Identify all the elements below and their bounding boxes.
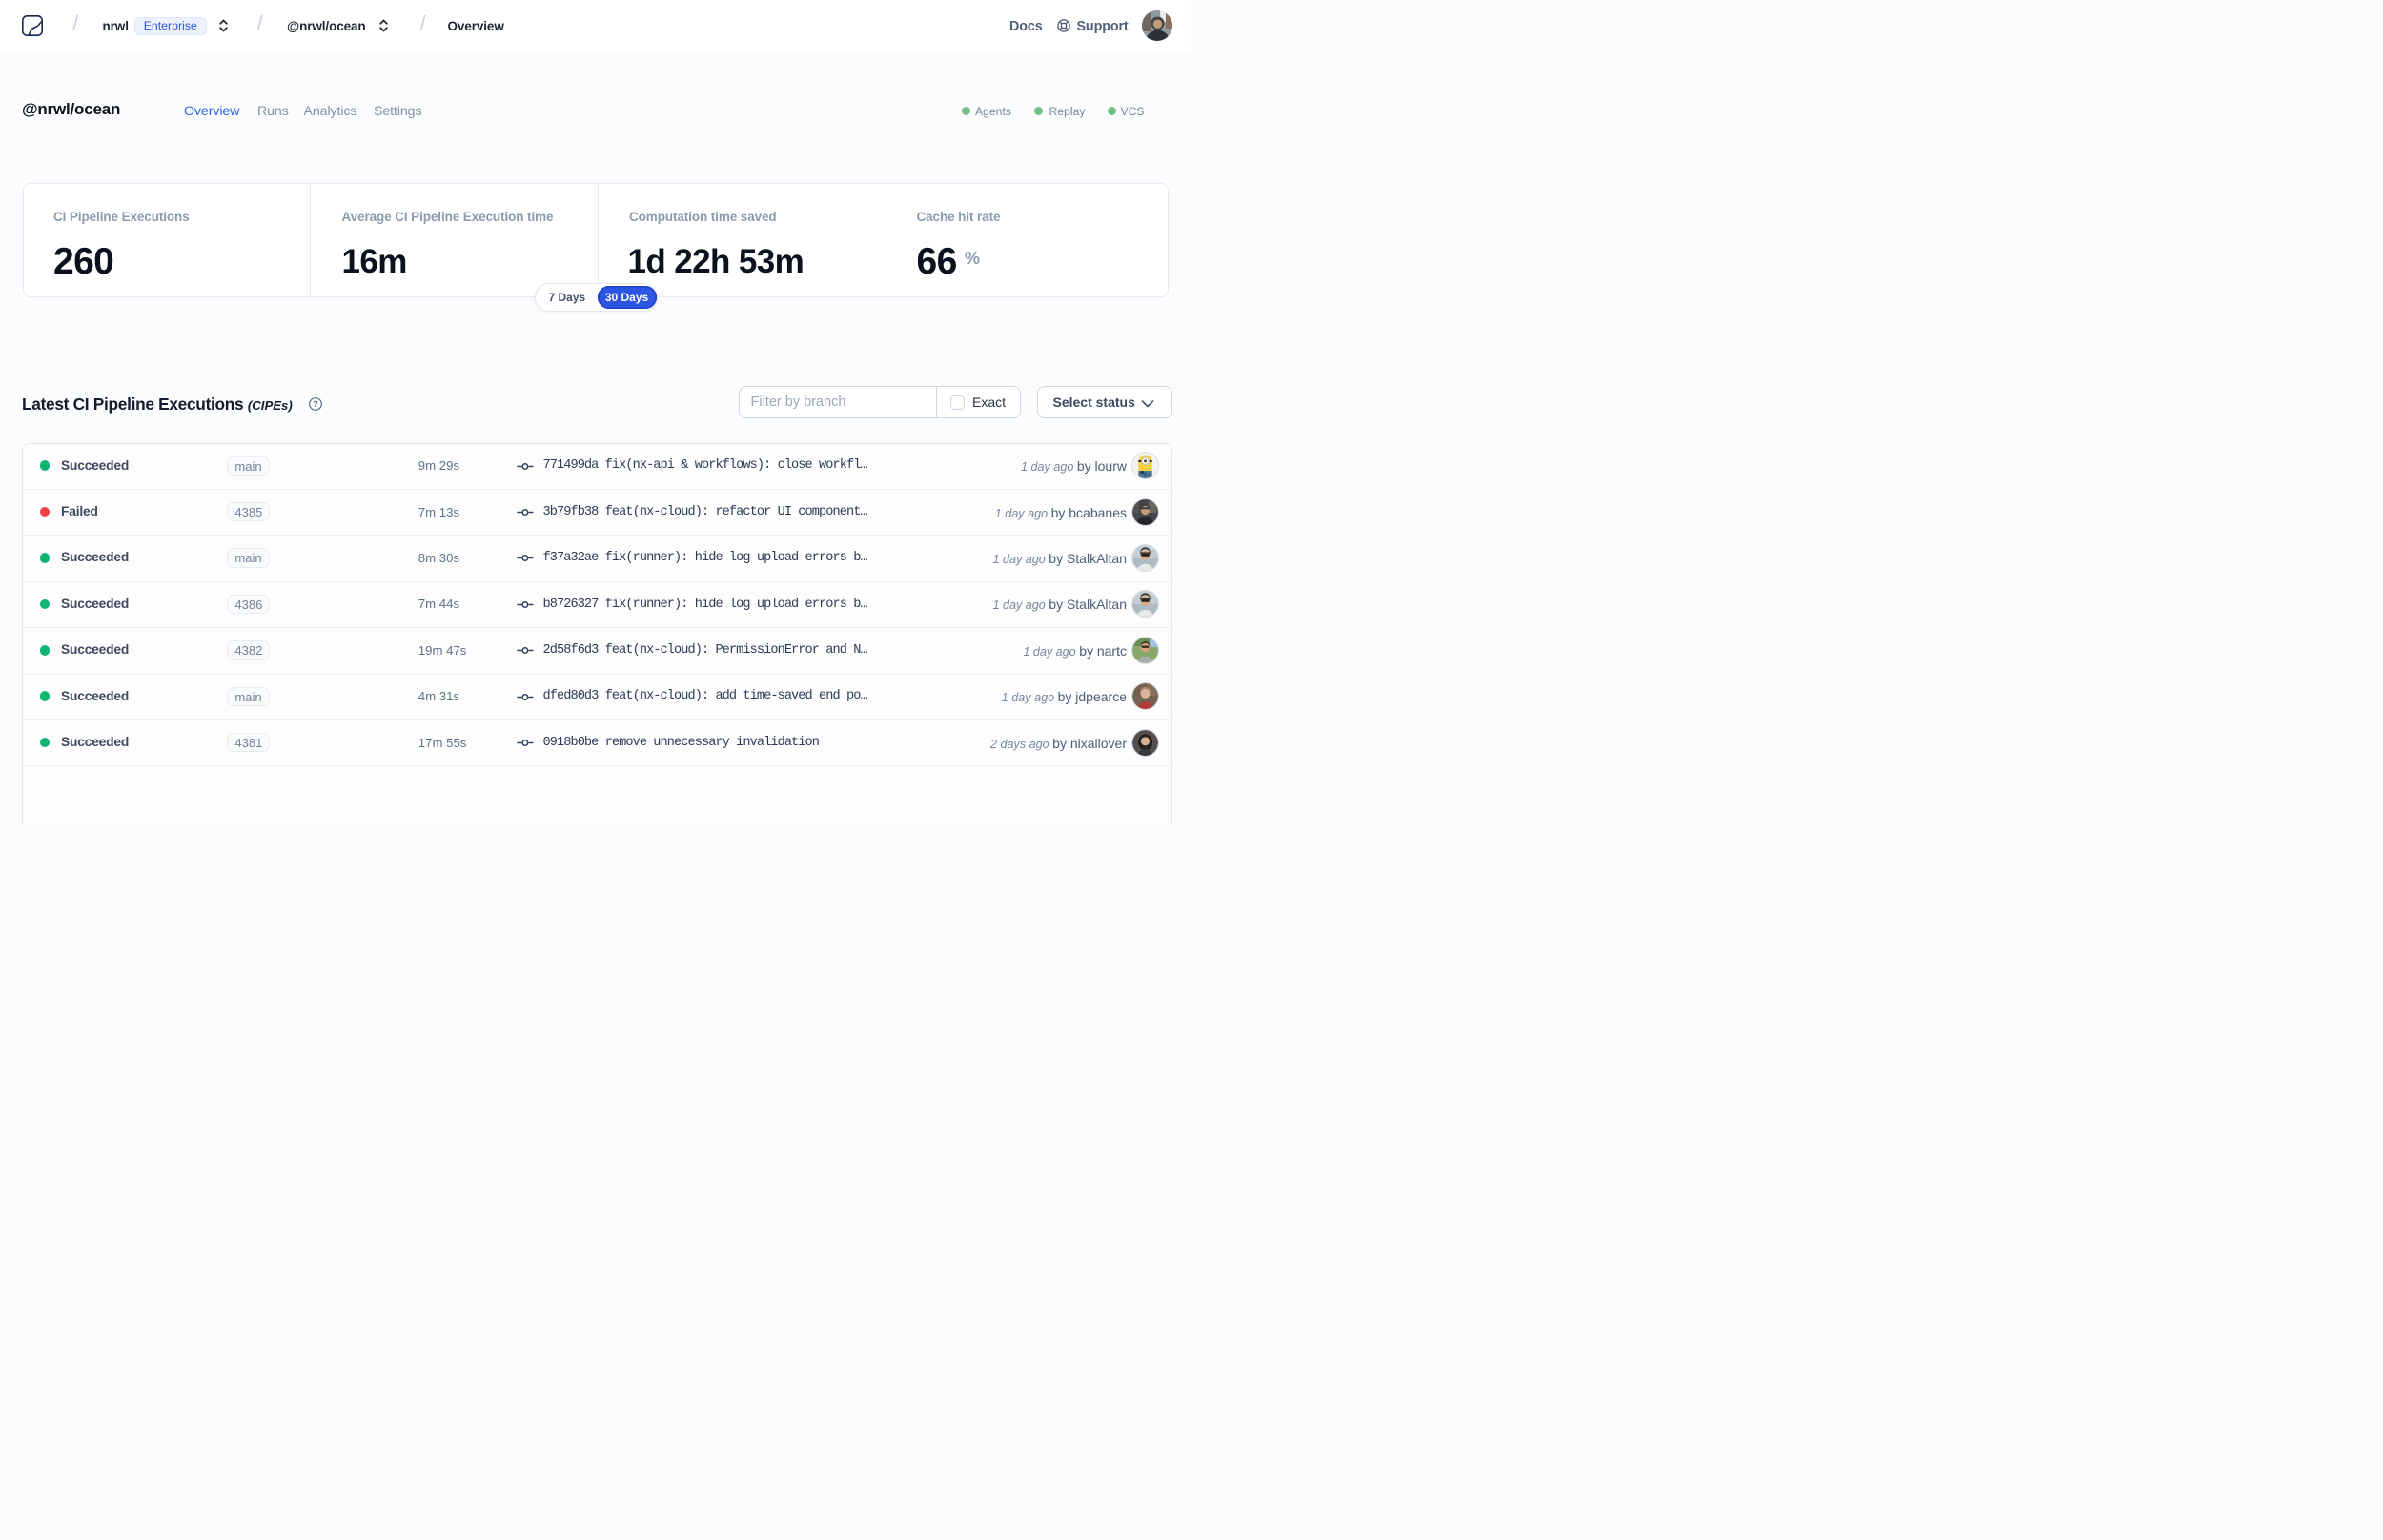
svg-text:?: ? <box>313 399 318 409</box>
